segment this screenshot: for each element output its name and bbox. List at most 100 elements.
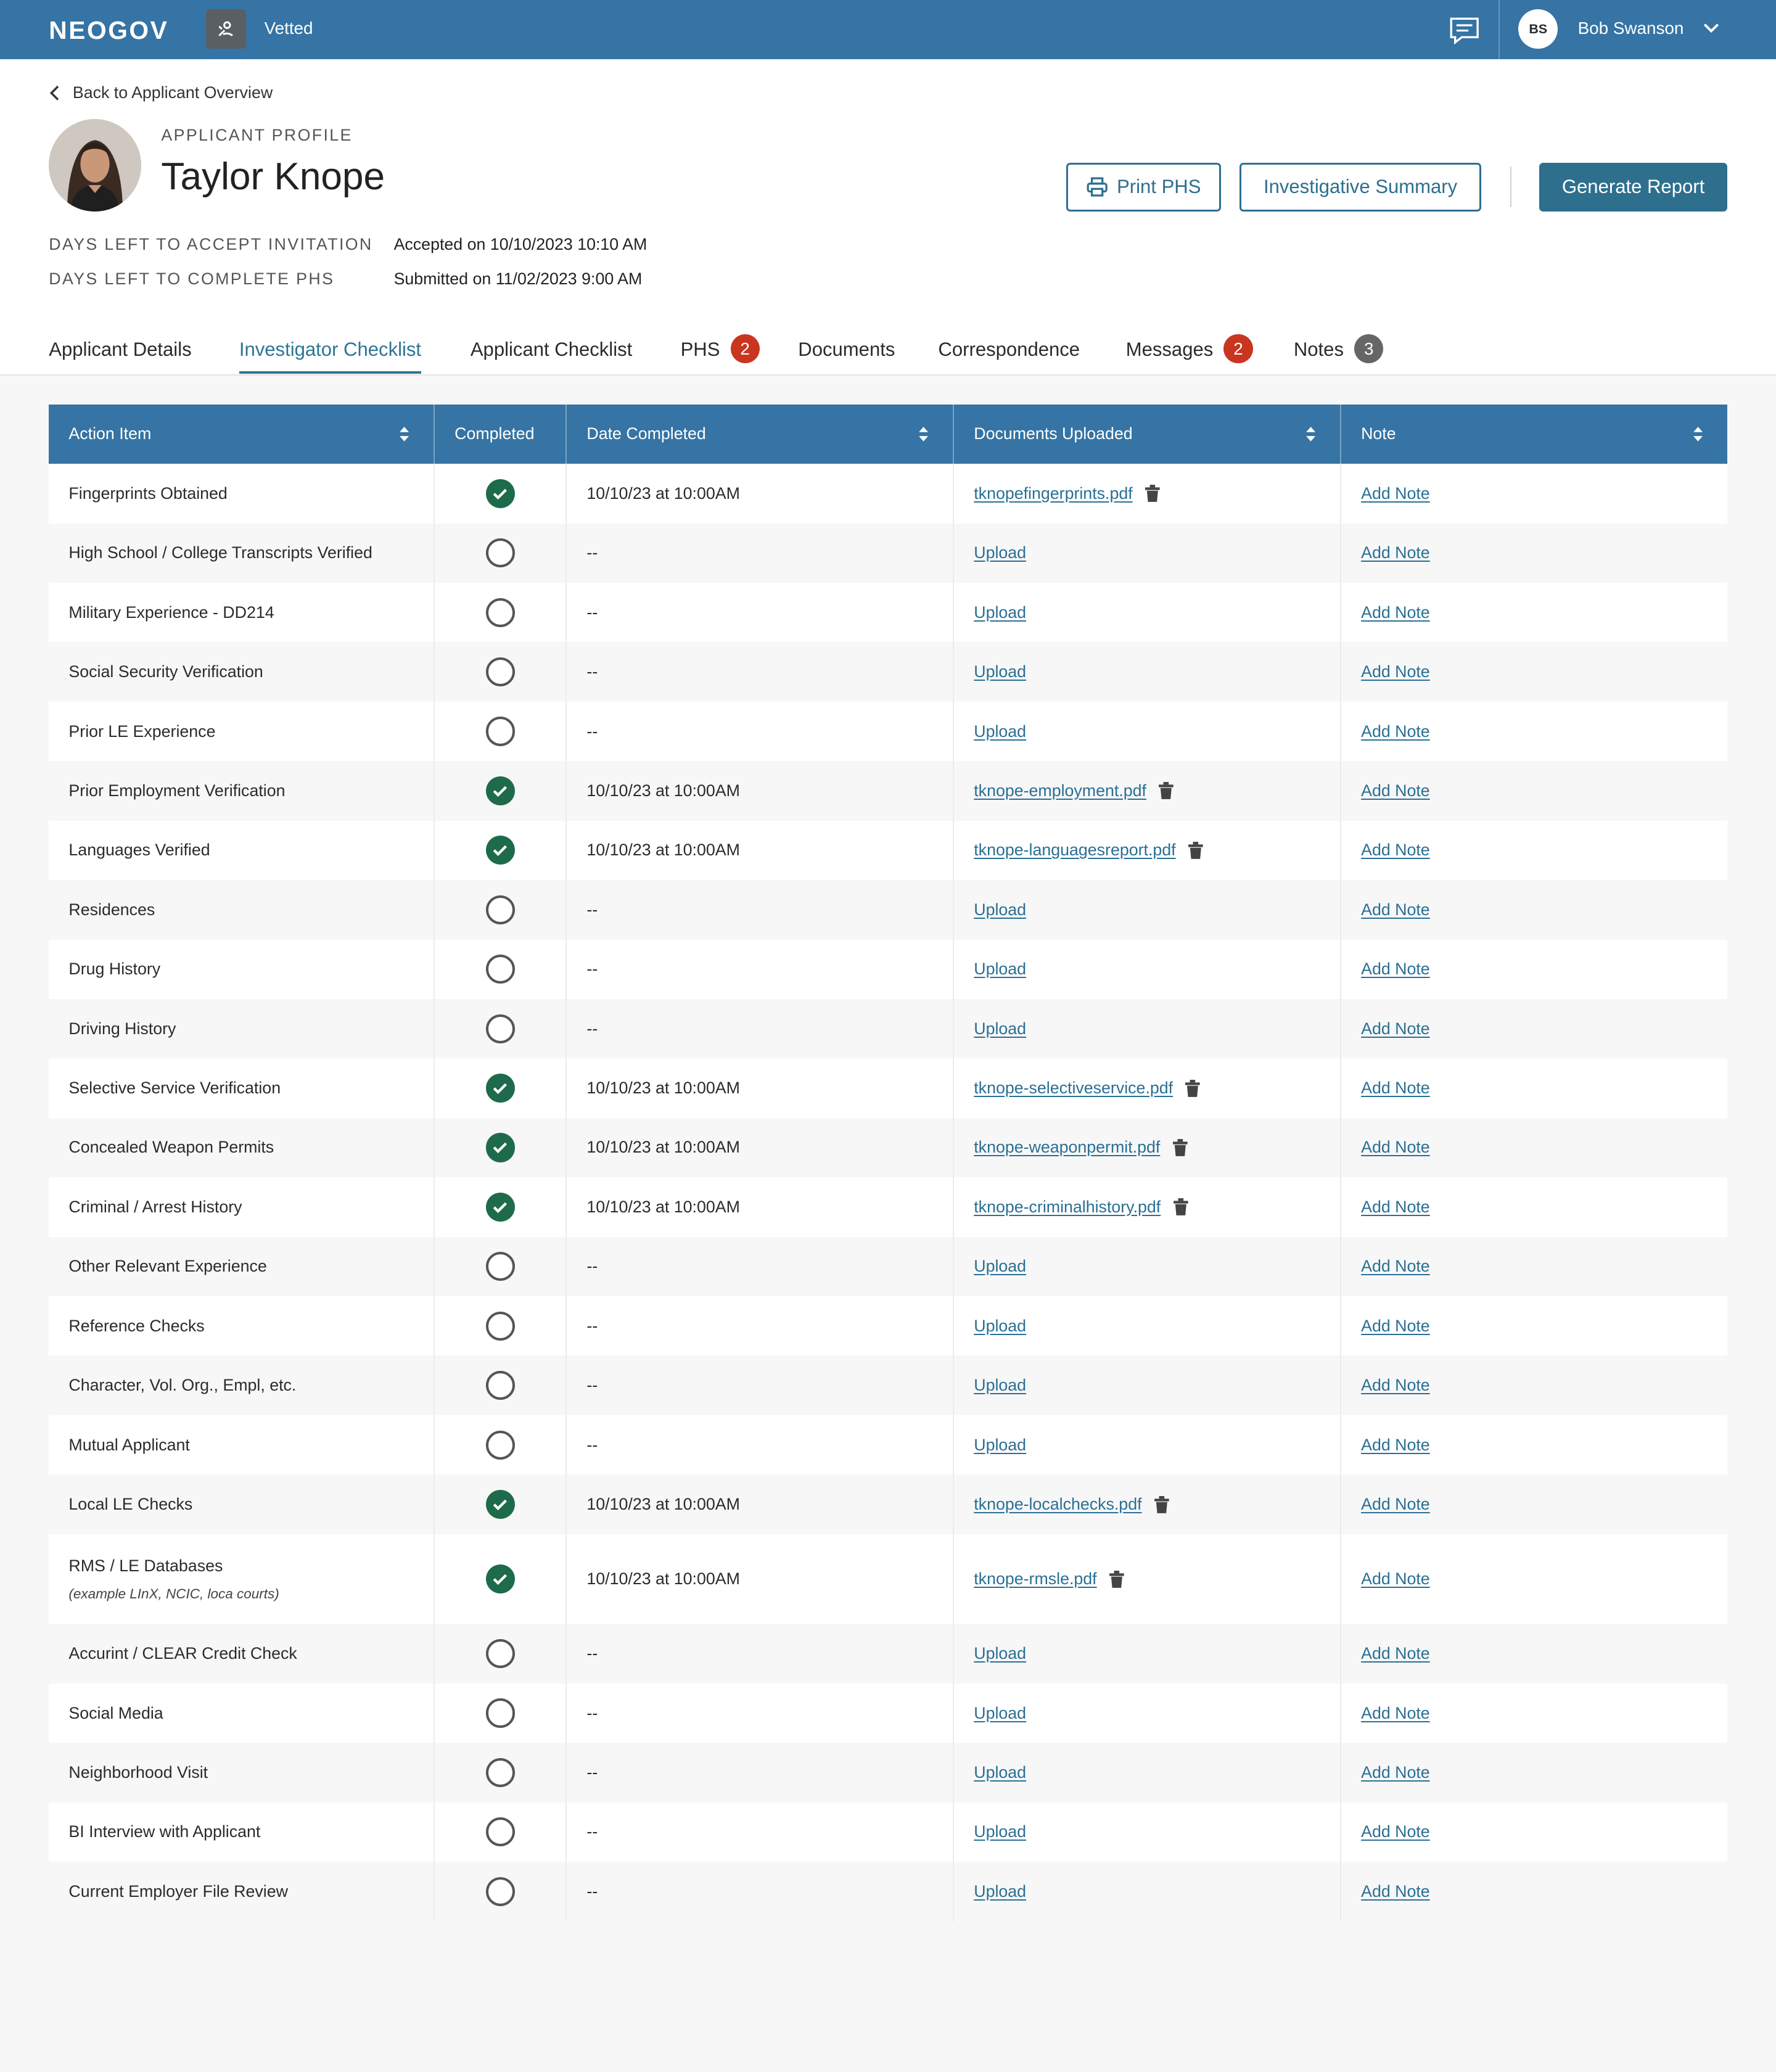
generate-report-button[interactable]: Generate Report [1539,162,1727,212]
empty-circle-icon[interactable] [485,598,515,627]
upload-link[interactable]: Upload [974,1376,1026,1395]
add-note-link[interactable]: Add Note [1361,1198,1430,1217]
upload-link[interactable]: Upload [974,1436,1026,1455]
add-note-link[interactable]: Add Note [1361,1376,1430,1395]
add-note-link[interactable]: Add Note [1361,781,1430,800]
header-date-completed[interactable]: Date Completed [567,404,955,464]
vetted-app-icon[interactable] [206,9,246,49]
check-circle-icon[interactable] [485,776,515,806]
empty-circle-icon[interactable] [485,1014,515,1043]
add-note-link[interactable]: Add Note [1361,1436,1430,1455]
trash-icon[interactable] [1172,1138,1188,1157]
add-note-link[interactable]: Add Note [1361,543,1430,562]
document-link[interactable]: tknope-criminalhistory.pdf [974,1198,1161,1217]
check-circle-icon[interactable] [485,1073,515,1103]
add-note-link[interactable]: Add Note [1361,662,1430,681]
add-note-link[interactable]: Add Note [1361,484,1430,503]
empty-circle-icon[interactable] [485,1311,515,1341]
investigative-summary-button[interactable]: Investigative Summary [1239,162,1482,212]
empty-circle-icon[interactable] [485,1252,515,1281]
empty-circle-icon[interactable] [485,1639,515,1669]
trash-icon[interactable] [1154,1495,1170,1514]
tab-notes[interactable]: Notes 3 [1294,334,1384,374]
document-link[interactable]: tknope-weaponpermit.pdf [974,1138,1160,1157]
upload-link[interactable]: Upload [974,543,1026,562]
empty-circle-icon[interactable] [485,1877,515,1906]
document-link[interactable]: tknope-rmsle.pdf [974,1569,1096,1589]
add-note-link[interactable]: Add Note [1361,722,1430,741]
sort-icon[interactable] [1693,426,1703,443]
document-link[interactable]: tknope-employment.pdf [974,781,1146,800]
document-link[interactable]: tknope-localchecks.pdf [974,1495,1141,1514]
header-note[interactable]: Note [1341,405,1727,464]
add-note-link[interactable]: Add Note [1361,1019,1430,1038]
trash-icon[interactable] [1158,781,1174,800]
upload-link[interactable]: Upload [974,1317,1026,1336]
upload-link[interactable]: Upload [974,662,1026,681]
tab-messages[interactable]: Messages 2 [1126,334,1253,374]
empty-circle-icon[interactable] [485,1371,515,1400]
add-note-link[interactable]: Add Note [1361,603,1430,622]
tab-investigator-checklist[interactable]: Investigator Checklist [239,339,422,374]
header-documents-uploaded[interactable]: Documents Uploaded [954,404,1341,464]
upload-link[interactable]: Upload [974,1704,1026,1723]
upload-link[interactable]: Upload [974,1822,1026,1841]
add-note-link[interactable]: Add Note [1361,1569,1430,1589]
document-link[interactable]: tknopefingerprints.pdf [974,484,1132,503]
empty-circle-icon[interactable] [485,895,515,924]
sort-icon[interactable] [1305,426,1316,443]
add-note-link[interactable]: Add Note [1361,960,1430,979]
add-note-link[interactable]: Add Note [1361,1882,1430,1901]
empty-circle-icon[interactable] [485,1758,515,1788]
document-link[interactable]: tknope-selectiveservice.pdf [974,1079,1173,1098]
chevron-down-icon[interactable] [1702,18,1720,37]
user-avatar[interactable]: BS [1518,9,1558,49]
messages-icon[interactable] [1447,13,1481,47]
trash-icon[interactable] [1145,484,1161,503]
check-circle-icon[interactable] [485,1133,515,1162]
header-action-item[interactable]: Action Item [49,404,435,464]
empty-circle-icon[interactable] [485,955,515,984]
upload-link[interactable]: Upload [974,722,1026,741]
empty-circle-icon[interactable] [485,657,515,687]
tab-phs[interactable]: PHS 2 [681,334,760,374]
upload-link[interactable]: Upload [974,1019,1026,1038]
tab-correspondence[interactable]: Correspondence [938,339,1080,374]
add-note-link[interactable]: Add Note [1361,1763,1430,1782]
add-note-link[interactable]: Add Note [1361,1644,1430,1663]
check-circle-icon[interactable] [485,1489,515,1519]
add-note-link[interactable]: Add Note [1361,900,1430,919]
empty-circle-icon[interactable] [485,1430,515,1460]
empty-circle-icon[interactable] [485,538,515,568]
print-phs-button[interactable]: Print PHS [1066,162,1221,212]
empty-circle-icon[interactable] [485,1698,515,1728]
check-circle-icon[interactable] [485,1192,515,1222]
trash-icon[interactable] [1109,1570,1125,1589]
check-circle-icon[interactable] [485,1564,515,1594]
upload-link[interactable]: Upload [974,1644,1026,1663]
user-name[interactable]: Bob Swanson [1578,18,1684,38]
upload-link[interactable]: Upload [974,1882,1026,1901]
add-note-link[interactable]: Add Note [1361,841,1430,860]
tab-applicant-checklist[interactable]: Applicant Checklist [471,339,632,374]
upload-link[interactable]: Upload [974,900,1026,919]
trash-icon[interactable] [1188,841,1204,860]
back-link[interactable]: Back to Applicant Overview [49,83,273,102]
upload-link[interactable]: Upload [974,1763,1026,1782]
trash-icon[interactable] [1173,1198,1189,1216]
empty-circle-icon[interactable] [485,1817,515,1847]
document-link[interactable]: tknope-languagesreport.pdf [974,841,1175,860]
add-note-link[interactable]: Add Note [1361,1704,1430,1723]
upload-link[interactable]: Upload [974,1257,1026,1276]
add-note-link[interactable]: Add Note [1361,1138,1430,1157]
upload-link[interactable]: Upload [974,603,1026,622]
tab-documents[interactable]: Documents [798,339,895,374]
add-note-link[interactable]: Add Note [1361,1257,1430,1276]
check-circle-icon[interactable] [485,836,515,865]
add-note-link[interactable]: Add Note [1361,1495,1430,1514]
sort-icon[interactable] [918,426,929,443]
add-note-link[interactable]: Add Note [1361,1317,1430,1336]
add-note-link[interactable]: Add Note [1361,1079,1430,1098]
sort-icon[interactable] [399,426,409,443]
check-circle-icon[interactable] [485,479,515,508]
